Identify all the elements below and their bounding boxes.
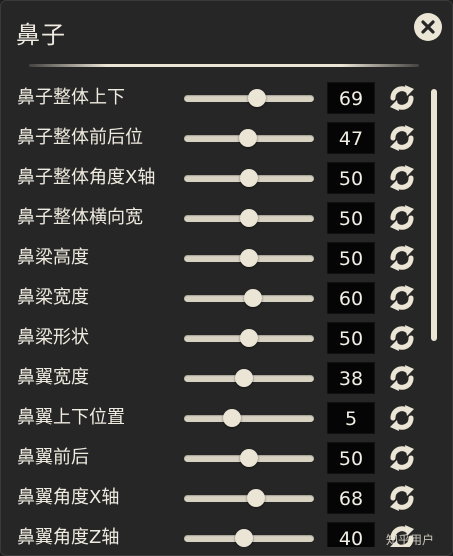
value-field[interactable]: 50 xyxy=(327,202,375,234)
slider-label: 鼻子整体横向宽 xyxy=(17,207,143,228)
slider-row: 鼻翼上下位置 5 xyxy=(1,398,426,438)
slider-track[interactable] xyxy=(184,529,314,547)
value-field[interactable]: 5 xyxy=(327,402,375,434)
slider-track[interactable] xyxy=(184,129,314,147)
slider-list: 鼻子整体上下 69 鼻子整体前后位 47 鼻子整体角度X轴 50 鼻子整体横向宽 50 鼻梁高度… xyxy=(1,77,426,547)
nose-settings-panel: 鼻子 鼻子整体上下 69 鼻子整体前后位 47 鼻子整体角度X轴 50 鼻子整体横向宽 50 鼻… xyxy=(0,0,453,556)
reset-button[interactable] xyxy=(386,323,418,353)
slider-thumb[interactable] xyxy=(235,529,253,547)
watermark: 知乎用户 xyxy=(386,533,435,547)
slider-track[interactable] xyxy=(184,289,314,307)
reset-icon xyxy=(390,205,414,231)
slider-track[interactable] xyxy=(184,89,314,107)
slider-track[interactable] xyxy=(184,489,314,507)
reset-button[interactable] xyxy=(386,283,418,313)
reset-button[interactable] xyxy=(386,363,418,393)
value-field[interactable]: 47 xyxy=(327,122,375,154)
slider-row: 鼻翼宽度 38 xyxy=(1,358,426,398)
value-field[interactable]: 68 xyxy=(327,482,375,514)
slider-thumb[interactable] xyxy=(235,369,253,387)
value-field[interactable]: 69 xyxy=(327,82,375,114)
reset-button[interactable] xyxy=(386,243,418,273)
reset-button[interactable] xyxy=(386,123,418,153)
slider-thumb[interactable] xyxy=(244,289,262,307)
title-divider xyxy=(29,64,419,67)
reset-button[interactable] xyxy=(386,163,418,193)
slider-thumb[interactable] xyxy=(240,209,258,227)
close-button[interactable] xyxy=(414,13,442,41)
slider-thumb[interactable] xyxy=(248,89,266,107)
reset-icon xyxy=(390,365,414,391)
slider-row: 鼻翼角度X轴 68 xyxy=(1,478,426,518)
slider-label: 鼻子整体前后位 xyxy=(17,127,143,148)
slider-row: 鼻子整体前后位 47 xyxy=(1,118,426,158)
slider-thumb[interactable] xyxy=(240,169,258,187)
value-field[interactable]: 50 xyxy=(327,442,375,474)
slider-thumb[interactable] xyxy=(247,489,265,507)
reset-icon xyxy=(390,245,414,271)
slider-thumb[interactable] xyxy=(240,329,258,347)
slider-track[interactable] xyxy=(184,409,314,427)
slider-row: 鼻翼角度Z轴 40 xyxy=(1,518,426,547)
slider-track[interactable] xyxy=(184,169,314,187)
reset-icon xyxy=(390,125,414,151)
slider-track[interactable] xyxy=(184,209,314,227)
slider-row: 鼻翼前后 50 xyxy=(1,438,426,478)
slider-row: 鼻梁高度 50 xyxy=(1,238,426,278)
slider-track[interactable] xyxy=(184,449,314,467)
slider-label: 鼻翼前后 xyxy=(17,447,89,468)
slider-thumb[interactable] xyxy=(223,409,241,427)
reset-icon xyxy=(390,165,414,191)
slider-track[interactable] xyxy=(184,369,314,387)
slider-label: 鼻翼角度X轴 xyxy=(17,487,120,508)
slider-row: 鼻梁宽度 60 xyxy=(1,278,426,318)
panel-title: 鼻子 xyxy=(16,21,66,49)
value-field[interactable]: 60 xyxy=(327,282,375,314)
slider-label: 鼻子整体上下 xyxy=(17,87,125,108)
reset-button[interactable] xyxy=(386,83,418,113)
slider-label: 鼻梁宽度 xyxy=(17,287,89,308)
value-field[interactable]: 40 xyxy=(327,522,375,547)
slider-track[interactable] xyxy=(184,249,314,267)
slider-label: 鼻翼角度Z轴 xyxy=(17,527,120,547)
reset-icon xyxy=(390,445,414,471)
reset-icon xyxy=(390,325,414,351)
slider-row: 鼻子整体上下 69 xyxy=(1,78,426,118)
slider-label: 鼻翼宽度 xyxy=(17,367,89,388)
slider-label: 鼻梁高度 xyxy=(17,247,89,268)
slider-thumb[interactable] xyxy=(240,249,258,267)
slider-track[interactable] xyxy=(184,329,314,347)
value-field[interactable]: 50 xyxy=(327,162,375,194)
reset-button[interactable] xyxy=(386,403,418,433)
slider-label: 鼻子整体角度X轴 xyxy=(17,167,156,188)
reset-button[interactable] xyxy=(386,203,418,233)
value-field[interactable]: 38 xyxy=(327,362,375,394)
value-field[interactable]: 50 xyxy=(327,322,375,354)
slider-row: 鼻子整体角度X轴 50 xyxy=(1,158,426,198)
reset-button[interactable] xyxy=(386,483,418,513)
value-field[interactable]: 50 xyxy=(327,242,375,274)
slider-thumb[interactable] xyxy=(239,129,257,147)
close-icon xyxy=(421,20,435,34)
scrollbar-thumb[interactable] xyxy=(431,89,437,341)
reset-icon xyxy=(390,85,414,111)
slider-row: 鼻梁形状 50 xyxy=(1,318,426,358)
reset-icon xyxy=(390,285,414,311)
slider-label: 鼻梁形状 xyxy=(17,327,89,348)
reset-icon xyxy=(390,485,414,511)
slider-row: 鼻子整体横向宽 50 xyxy=(1,198,426,238)
slider-label: 鼻翼上下位置 xyxy=(17,407,125,428)
reset-button[interactable] xyxy=(386,443,418,473)
reset-icon xyxy=(390,405,414,431)
slider-thumb[interactable] xyxy=(240,449,258,467)
